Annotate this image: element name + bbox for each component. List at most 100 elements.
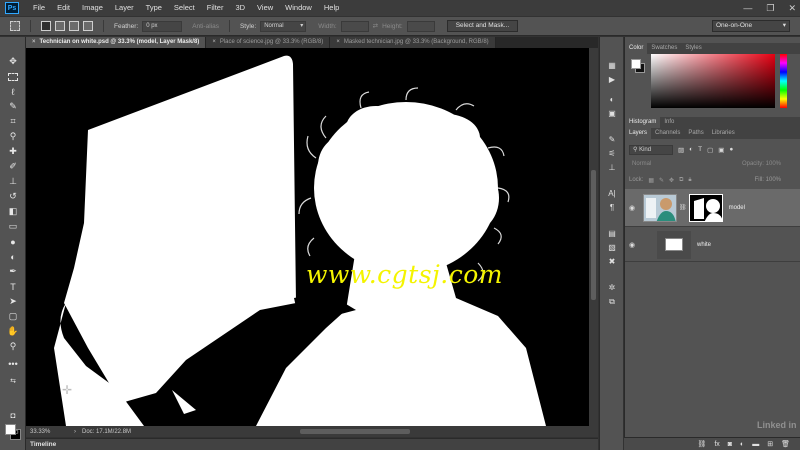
path-select-icon[interactable]: ➤ [5, 295, 21, 308]
tool-presets-icon[interactable]: ✖ [604, 255, 620, 268]
history-brush-icon[interactable]: ↺ [5, 190, 21, 203]
layer-name[interactable]: white [697, 242, 711, 248]
swap-colors-icon[interactable]: ⇆ [5, 374, 21, 387]
opacity-control[interactable]: Opacity: 100% [742, 161, 797, 167]
adjustment-layer-icon[interactable]: ◐ [740, 441, 744, 448]
lock-artboard-icon[interactable]: ⧉ [679, 177, 683, 184]
smart-object-filter-icon[interactable]: ▣ [718, 146, 724, 154]
horizontal-scroll-thumb[interactable] [300, 429, 410, 434]
layer-thumbnail[interactable] [643, 193, 677, 222]
filter-toggle-icon[interactable]: ● [729, 146, 733, 153]
lock-pixels-icon[interactable]: ✎ [659, 177, 664, 184]
link-layers-icon[interactable]: ⛓ [697, 440, 706, 448]
layer-row-white[interactable]: ◉ white [625, 228, 800, 262]
lasso-icon[interactable]: ℓ [5, 85, 21, 98]
select-and-mask-button[interactable]: Select and Mask... [446, 20, 519, 32]
menu-filter[interactable]: Filter [201, 0, 230, 16]
menu-window[interactable]: Window [279, 0, 318, 16]
layer-mask-thumbnail[interactable] [688, 193, 723, 222]
eraser-icon[interactable]: ◧ [5, 205, 21, 218]
stamp-icon[interactable]: ⊥ [5, 175, 21, 188]
menu-select[interactable]: Select [168, 0, 201, 16]
hand-icon[interactable]: ✋ [5, 325, 21, 338]
layer-row-model[interactable]: ◉ ⛓ model [625, 189, 800, 227]
menu-view[interactable]: View [251, 0, 279, 16]
layer-style-icon[interactable]: fx [714, 441, 719, 448]
eyedropper-icon[interactable]: ⚲ [5, 130, 21, 143]
add-mask-icon[interactable]: ◙ [728, 441, 732, 448]
close-tab-icon[interactable]: × [336, 39, 340, 45]
blur-icon[interactable]: ● [5, 235, 21, 248]
document-canvas[interactable]: www.cgtsj.com ✛ [26, 48, 589, 426]
new-group-icon[interactable]: ▬ [752, 441, 759, 448]
menu-image[interactable]: Image [76, 0, 109, 16]
zoom-level[interactable]: 33.33% [26, 429, 74, 435]
crop-icon[interactable]: ⌗ [5, 115, 21, 128]
new-selection-icon[interactable] [41, 21, 51, 31]
menu-help[interactable]: Help [318, 0, 345, 16]
pixel-filter-icon[interactable]: ▨ [678, 146, 684, 154]
workspace-select[interactable]: One-on-One [712, 20, 790, 32]
clone-source-icon[interactable]: ⊥ [604, 161, 620, 174]
quick-select-icon[interactable]: ✎ [5, 100, 21, 113]
feather-input[interactable]: 0 px [142, 20, 183, 32]
healing-icon[interactable]: ✚ [5, 145, 21, 158]
type-filter-icon[interactable]: T [698, 146, 702, 153]
mask-link-icon[interactable]: ⛓ [679, 204, 687, 211]
opacity-value[interactable]: 100% [766, 161, 781, 167]
gradient-icon[interactable]: ▭ [5, 220, 21, 233]
dodge-icon[interactable]: ◐ [5, 250, 21, 263]
hue-slider[interactable] [780, 54, 787, 108]
paragraph-icon[interactable]: ¶ [604, 201, 620, 214]
history-icon[interactable]: ▦ [604, 59, 620, 72]
tab-libraries[interactable]: Libraries [708, 128, 739, 139]
brush-icon[interactable]: ✐ [5, 160, 21, 173]
swap-icon[interactable]: ⇄ [373, 22, 378, 30]
lock-position-icon[interactable]: ✥ [669, 177, 674, 184]
shape-filter-icon[interactable]: ▢ [707, 146, 713, 154]
subtract-selection-icon[interactable] [69, 21, 79, 31]
tab-swatches[interactable]: Swatches [647, 43, 681, 54]
zoom-icon[interactable]: ⚲ [5, 340, 21, 353]
visibility-eye-icon[interactable]: ◉ [625, 241, 639, 249]
layer-comps-icon[interactable]: ⧉ [604, 295, 620, 308]
menu-layer[interactable]: Layer [109, 0, 140, 16]
layer-name[interactable]: model [729, 205, 745, 211]
more-tools-icon[interactable]: ••• [5, 357, 21, 370]
pen-icon[interactable]: ✒ [5, 265, 21, 278]
panel-foreground-swatch[interactable] [631, 59, 641, 69]
restore-button[interactable]: ❐ [766, 3, 774, 14]
lock-all-icon[interactable]: 🔒︎ [688, 177, 691, 184]
menu-type[interactable]: Type [140, 0, 168, 16]
move-icon[interactable]: ✥ [5, 55, 21, 68]
tab-place-of-science[interactable]: × Place of science.jpg @ 33.3% (RGB/8) [206, 37, 331, 48]
tab-info[interactable]: Info [660, 117, 678, 128]
height-input[interactable] [406, 20, 435, 32]
tab-technician-on-white[interactable]: × Technician on white.psd @ 33.3% (model,… [26, 37, 207, 48]
intersect-selection-icon[interactable] [83, 21, 93, 31]
quick-mask-icon[interactable]: ◘ [5, 409, 21, 422]
properties-icon[interactable]: ▤ [604, 227, 620, 240]
add-selection-icon[interactable] [55, 21, 65, 31]
menu-edit[interactable]: Edit [51, 0, 76, 16]
tab-paths[interactable]: Paths [684, 128, 707, 139]
tab-masked-technician[interactable]: × Masked technician.jpg @ 33.3% (Backgrou… [330, 37, 496, 48]
character-icon[interactable]: A| [604, 187, 620, 200]
close-button[interactable]: ✕ [788, 3, 796, 14]
vertical-scroll-thumb[interactable] [591, 170, 596, 300]
delete-layer-icon[interactable]: 🗑︎ [781, 440, 790, 448]
rectangle-icon[interactable]: ▢ [5, 310, 21, 323]
kind-filter-select[interactable]: ⚲ Kind [629, 144, 673, 155]
fill-control[interactable]: Fill: 100% [755, 177, 797, 183]
adjustments-icon[interactable]: ◐ [604, 93, 620, 106]
close-tab-icon[interactable]: × [32, 39, 36, 45]
brush-settings-icon[interactable]: ✎ [604, 133, 620, 146]
tab-histogram[interactable]: Histogram [625, 117, 661, 128]
3d-icon[interactable]: ✲ [604, 281, 620, 294]
layer-thumbnail[interactable] [657, 230, 691, 259]
blend-mode-select[interactable]: Normal [629, 161, 685, 167]
fill-value[interactable]: 100% [766, 177, 781, 183]
glyphs-icon[interactable]: ▧ [604, 241, 620, 254]
menu-file[interactable]: File [27, 0, 51, 16]
tab-channels[interactable]: Channels [651, 128, 684, 139]
